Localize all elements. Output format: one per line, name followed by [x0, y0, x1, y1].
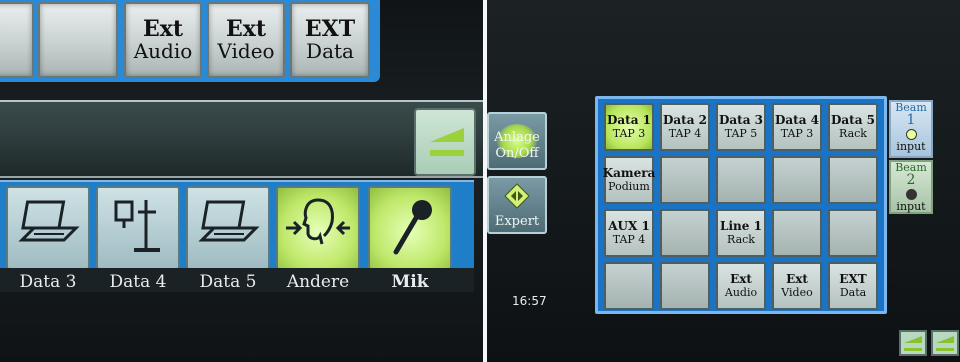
data-5-label: Data 5	[199, 272, 257, 292]
volume-wedge-icon	[936, 336, 954, 343]
ext-audio-button[interactable]: Ext Audio	[124, 2, 202, 78]
grid-cell-line2: TAP 3	[612, 126, 646, 140]
grid-cell-line2: Data	[839, 285, 867, 299]
grid-cell-button[interactable]: Data 2 TAP 4	[660, 103, 710, 151]
expert-button[interactable]: Expert	[487, 176, 547, 234]
ext-data-line1: EXT	[304, 15, 356, 42]
anlage-onoff-button[interactable]: Anlage On/Off	[487, 112, 547, 170]
beam-1-input-button[interactable]: Beam 1 input	[889, 100, 933, 158]
grid-cell-line2: Rack	[839, 126, 867, 140]
person-listening-icon	[286, 198, 350, 245]
volume-wedge-icon	[904, 336, 922, 343]
anlage-label: Anlage	[494, 130, 540, 145]
grid-cell-empty[interactable]	[660, 262, 710, 310]
grid-cell-button[interactable]: EXT Data	[828, 262, 878, 310]
data-3-button[interactable]	[6, 186, 90, 270]
grid-cell-button[interactable]: Kamera Podium	[602, 156, 656, 204]
volume-button-small[interactable]	[899, 330, 927, 356]
grid-cell-button[interactable]: Ext Audio	[716, 262, 766, 310]
data-4-button[interactable]	[96, 186, 180, 270]
mik-label: Mik	[391, 272, 429, 292]
blank-button[interactable]	[38, 2, 118, 78]
ext-video-button[interactable]: Ext Video	[207, 2, 285, 78]
grid-cell-line1: Ext	[730, 272, 752, 287]
grid-cell-empty[interactable]	[828, 209, 878, 257]
grid-cell-line1: AUX 1	[608, 219, 650, 234]
grid-cell-line2: TAP 4	[668, 126, 702, 140]
grid-cell-line1: Ext	[786, 272, 808, 287]
left-photo-panel: Ext Audio Ext Video EXT Data Data 3 Data…	[0, 0, 483, 362]
grid-cell-button[interactable]: Data 3 TAP 5	[716, 103, 766, 151]
grid-cell-empty[interactable]	[716, 156, 766, 204]
grid-cell-line1: EXT	[839, 272, 867, 287]
mik-button[interactable]	[368, 186, 452, 270]
grid-cell-line2: TAP 3	[780, 126, 814, 140]
andere-label: Andere	[286, 272, 350, 292]
right-photo-panel: Anlage On/Off Expert 16:57 Data 1 TAP 3 Da…	[487, 0, 960, 362]
volume-button-small-2[interactable]	[931, 330, 959, 356]
beam-2-sub: input	[896, 200, 926, 213]
ext-data-button[interactable]: EXT Data	[290, 2, 370, 78]
grid-cell-line1: Data 1	[606, 113, 652, 128]
grid-cell-empty[interactable]	[660, 156, 710, 204]
onoff-label: On/Off	[495, 146, 539, 161]
beam-2-number: 2	[906, 172, 916, 188]
diamond-arrows-icon	[504, 183, 530, 209]
grid-cell-line2: Podium	[608, 179, 650, 193]
grid-cell-line1: Data 4	[774, 113, 820, 128]
grid-cell-line1: Data 5	[830, 113, 876, 128]
middle-bar	[0, 100, 483, 178]
microphone-icon	[393, 200, 432, 255]
grid-cell-empty[interactable]	[660, 209, 710, 257]
data-3-label: Data 3	[19, 272, 77, 292]
beam-1-number: 1	[906, 112, 916, 128]
grid-cell-line2: Audio	[724, 285, 758, 299]
data-5-button[interactable]	[186, 186, 270, 270]
beam-1-indicator-icon	[905, 129, 917, 140]
clock-readout: 16:57	[512, 294, 547, 308]
grid-cell-line1: Data 3	[718, 113, 764, 128]
ext-audio-line2: Audio	[133, 39, 193, 64]
ext-video-line1: Ext	[225, 15, 267, 42]
grid-cell-empty[interactable]	[604, 262, 654, 310]
document-camera-icon	[114, 200, 160, 252]
beam-1-sub: input	[896, 140, 926, 153]
grid-cell-button[interactable]: Ext Video	[772, 262, 822, 310]
grid-cell-line1: Line 1	[720, 219, 762, 234]
grid-cell-button[interactable]: AUX 1 TAP 4	[604, 209, 654, 257]
grid-cell-button[interactable]: Data 1 TAP 3	[604, 103, 654, 151]
volume-button[interactable]	[414, 108, 476, 176]
volume-bar-icon	[430, 150, 464, 156]
expert-label: Expert	[494, 214, 540, 229]
grid-cell-line2: Video	[781, 285, 813, 299]
grid-cell-button[interactable]: Data 4 TAP 3	[772, 103, 822, 151]
grid-cell-empty[interactable]	[828, 156, 878, 204]
ext-audio-line1: Ext	[142, 15, 184, 42]
andere-button[interactable]	[276, 186, 360, 270]
laptop-icon	[18, 200, 80, 242]
grid-cell-empty[interactable]	[772, 156, 822, 204]
ext-data-line2: Data	[306, 39, 354, 64]
grid-cell-button[interactable]: Line 1 Rack	[716, 209, 766, 257]
beam-2-indicator-icon	[905, 189, 917, 200]
partial-button-left[interactable]	[0, 2, 34, 78]
grid-cell-line2: TAP 4	[612, 232, 646, 246]
grid-cell-empty[interactable]	[772, 209, 822, 257]
grid-cell-button[interactable]: Data 5 Rack	[828, 103, 878, 151]
data-4-label: Data 4	[109, 272, 167, 292]
grid-cell-line1: Data 2	[662, 113, 708, 128]
ext-video-line2: Video	[217, 39, 275, 64]
beam-2-input-button[interactable]: Beam 2 input	[889, 160, 933, 214]
grid-cell-line2: TAP 5	[724, 126, 758, 140]
laptop-icon	[198, 200, 260, 242]
volume-bar-icon	[904, 348, 922, 351]
routing-grid-frame: Data 1 TAP 3 Data 2 TAP 4 Data 3 TAP 5 Data 4T…	[595, 96, 887, 314]
volume-bar-icon	[936, 348, 954, 351]
grid-cell-line1: Kamera	[602, 166, 656, 181]
volume-wedge-icon	[430, 128, 464, 142]
grid-cell-line2: Rack	[727, 232, 755, 246]
